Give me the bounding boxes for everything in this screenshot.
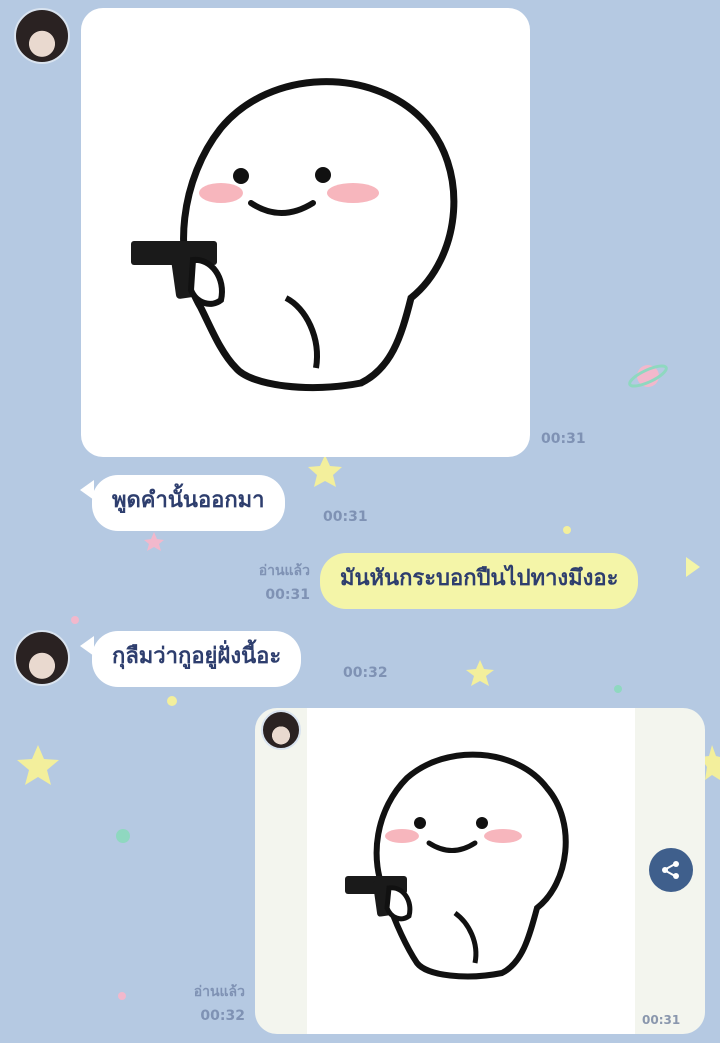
avatar bbox=[261, 710, 301, 750]
message-time: 00:31 bbox=[323, 509, 368, 525]
outgoing-message-bubble[interactable]: มันหันกระบอกปืนไปทางมึงอะ bbox=[320, 553, 639, 609]
white-blob-with-gun-sticker bbox=[345, 751, 569, 980]
avatar[interactable] bbox=[14, 8, 70, 64]
dot-icon bbox=[71, 616, 79, 624]
read-receipt: อ่านแล้ว bbox=[258, 563, 310, 579]
incoming-message-bubble[interactable]: พูดคำนั้นออกมา bbox=[92, 475, 285, 531]
dot-icon bbox=[118, 992, 126, 1000]
message-time: 00:32 bbox=[343, 665, 388, 681]
message-time: 00:31 bbox=[541, 431, 586, 447]
star-icon bbox=[17, 745, 59, 785]
dot-icon bbox=[563, 526, 571, 534]
dot-icon bbox=[614, 685, 622, 693]
star-icon bbox=[466, 660, 494, 686]
message-text: กุลืมว่ากูอยู่ฝั่งนี้อะ bbox=[112, 644, 282, 669]
star-icon bbox=[144, 532, 164, 551]
bubble-tail bbox=[686, 557, 700, 577]
planet-icon bbox=[628, 364, 668, 388]
white-blob-with-gun-sticker bbox=[131, 78, 458, 392]
share-button[interactable] bbox=[649, 848, 693, 892]
sticker-message[interactable] bbox=[81, 8, 530, 457]
inner-message-time: 00:31 bbox=[642, 1013, 681, 1027]
message-time: 00:31 bbox=[265, 587, 310, 603]
dot-icon bbox=[167, 696, 177, 706]
read-receipt: อ่านแล้ว bbox=[193, 984, 245, 1000]
message-time: 00:32 bbox=[200, 1008, 245, 1024]
share-icon bbox=[662, 861, 679, 879]
incoming-message-bubble[interactable]: กุลืมว่ากูอยู่ฝั่งนี้อะ bbox=[92, 631, 302, 687]
dot-icon bbox=[116, 829, 130, 843]
message-text: พูดคำนั้นออกมา bbox=[112, 488, 265, 513]
sticker-preview bbox=[307, 708, 635, 1034]
sticker-message[interactable]: 00:31 bbox=[255, 708, 705, 1034]
message-text: มันหันกระบอกปืนไปทางมึงอะ bbox=[340, 566, 619, 591]
star-icon bbox=[308, 455, 342, 487]
avatar[interactable] bbox=[14, 630, 70, 686]
